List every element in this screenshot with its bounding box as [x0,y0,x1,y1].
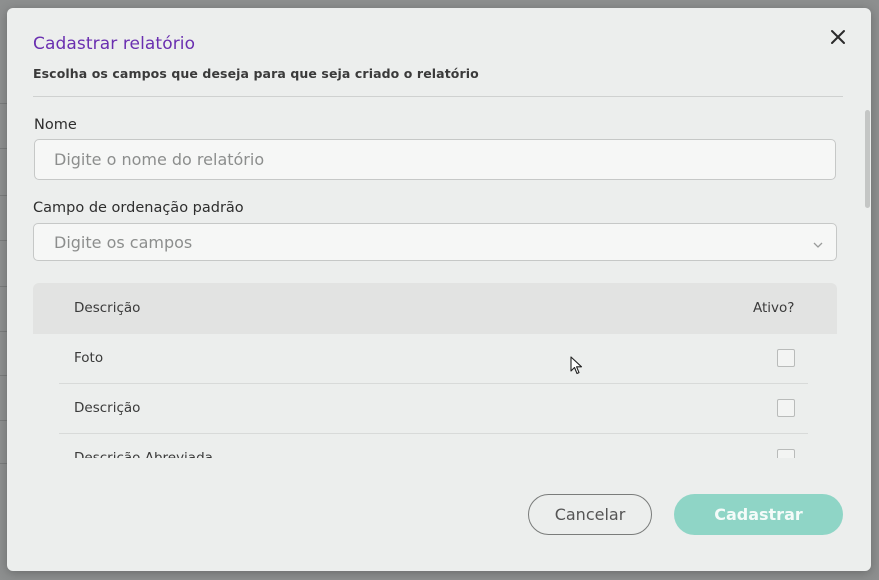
modal-subtitle: Escolha os campos que deseja para que se… [33,66,479,81]
active-checkbox[interactable] [777,399,795,417]
close-icon[interactable] [827,26,849,48]
modal-scrollbar[interactable] [865,110,870,208]
modal-title: Cadastrar relatório [33,34,196,54]
column-header-description: Descrição [74,300,141,316]
submit-button[interactable]: Cadastrar [674,494,843,535]
table-header: Descrição Ativo? [33,283,837,334]
column-header-active: Ativo? [753,300,795,316]
table-row: Descrição [33,384,837,434]
order-field-select[interactable]: Digite os campos [33,223,837,261]
mouse-cursor-icon [570,356,584,376]
table-row: Foto [33,334,837,384]
table-row: Descrição Abreviada [33,434,837,458]
active-checkbox[interactable] [777,349,795,367]
name-input[interactable] [34,139,836,180]
order-field-label: Campo de ordenação padrão [33,200,244,216]
chevron-down-icon [812,236,824,248]
fields-table: Descrição Ativo? Foto Descrição Descriçã… [33,283,837,458]
report-modal: Cadastrar relatório Escolha os campos qu… [7,8,871,571]
active-checkbox[interactable] [777,449,795,458]
header-divider [33,96,843,97]
row-label: Foto [74,350,104,366]
cancel-button[interactable]: Cancelar [528,494,652,535]
name-label: Nome [34,117,77,133]
order-field-placeholder: Digite os campos [54,233,193,252]
row-label: Descrição [74,400,141,416]
row-label: Descrição Abreviada [74,450,213,458]
